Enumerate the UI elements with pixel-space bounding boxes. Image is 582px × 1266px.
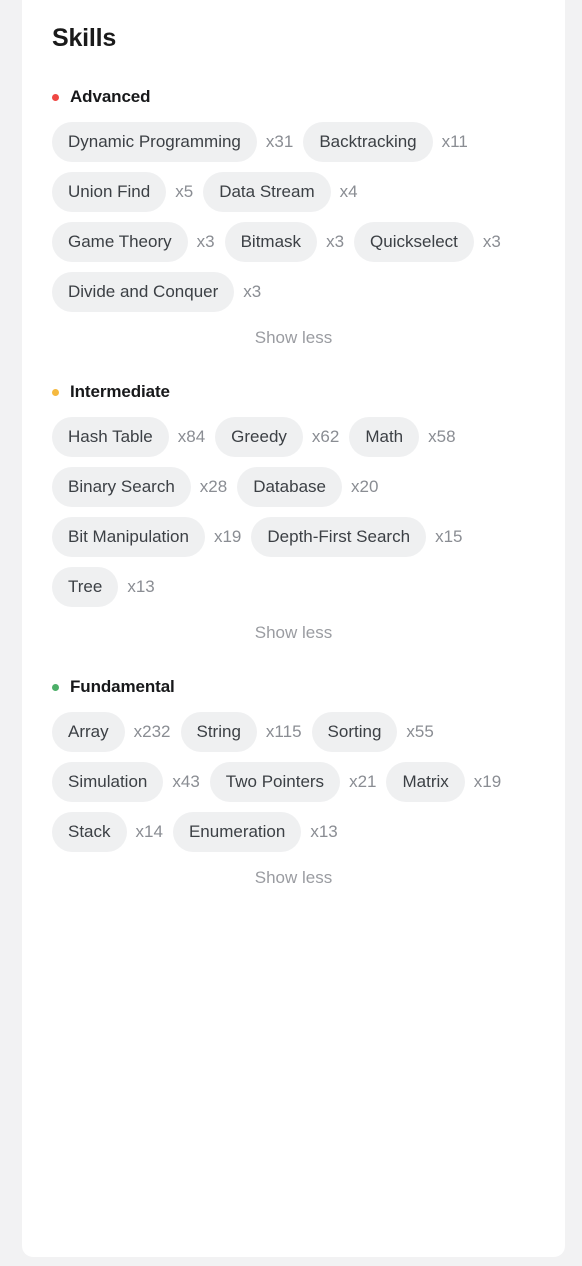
skill-tag-count: x19 [473, 772, 502, 791]
skill-tag-count: x3 [482, 232, 501, 251]
skill-tag-item: Data Stream x4 [203, 172, 358, 212]
skill-section-fundamental: Fundamental Array x232 String x115 Sorti… [52, 675, 535, 889]
skill-tag-count: x43 [172, 772, 200, 791]
skill-tag-count: x13 [310, 822, 338, 841]
skill-tag-count: x19 [213, 527, 242, 546]
skill-tag-item: Quickselect x3 [354, 222, 501, 262]
skill-tag-count: x4 [339, 182, 358, 201]
skill-tag-item: Matrix x19 [386, 762, 501, 802]
skill-section-label: Intermediate [70, 382, 170, 401]
skill-tag-pill[interactable]: Data Stream [203, 172, 331, 212]
skill-tag-count: x5 [175, 182, 194, 201]
skill-tag-item: Backtracking x11 [303, 122, 468, 162]
skill-tag-item: Divide and Conquer x3 [52, 272, 261, 312]
skill-tag-list: Array x232 String x115 Sorting x55 Simul… [52, 712, 535, 862]
skill-tag-pill[interactable]: Tree [52, 567, 119, 607]
skill-tag-pill[interactable]: Game Theory [52, 222, 188, 262]
skill-tag-item: Game Theory x3 [52, 222, 215, 262]
skill-tag-pill[interactable]: Depth-First Search [251, 517, 427, 557]
skill-section-intermediate: Intermediate Hash Table x84 Greedy x62 M… [52, 380, 535, 644]
skill-tag-pill[interactable]: String [180, 712, 257, 752]
skill-tag-item: Dynamic Programming x31 [52, 122, 293, 162]
bullet-dot-icon [52, 388, 59, 396]
bullet-dot-icon [52, 683, 59, 691]
skill-tag-count: x28 [199, 477, 228, 496]
skill-tag-item: Database x20 [237, 467, 378, 507]
skill-tag-item: Union Find x5 [52, 172, 193, 212]
skill-tag-count: x84 [177, 427, 206, 446]
skill-tag-pill[interactable]: Sorting [311, 712, 398, 752]
skill-tag-pill[interactable]: Simulation [52, 762, 164, 802]
skill-tag-item: Simulation x43 [52, 762, 200, 802]
skill-tag-item: String x115 [180, 712, 302, 752]
skill-tag-pill[interactable]: Matrix [386, 762, 465, 802]
skill-tag-pill[interactable]: Enumeration [172, 812, 302, 852]
skill-tag-count: x20 [350, 477, 379, 496]
skill-tag-item: Bit Manipulation x19 [52, 517, 241, 557]
show-less-button[interactable]: Show less [52, 862, 535, 889]
skill-tag-item: Bitmask x3 [224, 222, 345, 262]
skill-tag-item: Tree x13 [52, 567, 155, 607]
skill-tag-count: x14 [135, 822, 163, 841]
skill-tag-item: Array x232 [52, 712, 171, 752]
skill-tag-count: x58 [428, 427, 456, 446]
skill-tag-pill[interactable]: Binary Search [52, 467, 191, 507]
skill-tag-item: Enumeration x13 [172, 812, 338, 852]
skill-tag-pill[interactable]: Two Pointers [209, 762, 341, 802]
skill-tag-count: x11 [441, 132, 468, 151]
skill-section-label: Fundamental [70, 677, 175, 696]
page-title: Skills [52, 24, 117, 52]
skill-tag-pill[interactable]: Stack [52, 812, 127, 852]
page-background: Skills Advanced Dynamic Programming x31 … [0, 0, 582, 1266]
skill-tag-count: x232 [133, 722, 171, 741]
skill-tag-pill[interactable]: Greedy [215, 417, 303, 457]
skill-sections: Advanced Dynamic Programming x31 Backtra… [52, 85, 535, 889]
skill-tag-item: Sorting x55 [311, 712, 434, 752]
show-less-button[interactable]: Show less [52, 617, 535, 644]
show-less-button[interactable]: Show less [52, 322, 535, 349]
skill-section-header: Fundamental [52, 675, 535, 699]
skill-tag-pill[interactable]: Hash Table [52, 417, 169, 457]
skill-tag-pill[interactable]: Quickselect [354, 222, 474, 262]
skill-tag-pill[interactable]: Bit Manipulation [52, 517, 205, 557]
skill-tag-count: x55 [406, 722, 434, 741]
skill-tag-pill[interactable]: Divide and Conquer [52, 272, 235, 312]
skill-tag-count: x3 [326, 232, 345, 251]
skill-tag-item: Binary Search x28 [52, 467, 227, 507]
skill-tag-pill[interactable]: Math [349, 417, 420, 457]
skill-section-header: Advanced [52, 85, 535, 109]
skill-tag-item: Two Pointers x21 [209, 762, 377, 802]
skill-tag-list: Dynamic Programming x31 Backtracking x11… [52, 122, 535, 322]
skill-tag-pill[interactable]: Dynamic Programming [52, 122, 257, 162]
skill-tag-count: x3 [196, 232, 215, 251]
skill-tag-item: Greedy x62 [215, 417, 339, 457]
skill-section-advanced: Advanced Dynamic Programming x31 Backtra… [52, 85, 535, 349]
skill-section-header: Intermediate [52, 380, 535, 404]
skill-tag-pill[interactable]: Database [237, 467, 342, 507]
skills-card: Skills Advanced Dynamic Programming x31 … [22, 0, 565, 1257]
skill-tag-count: x13 [127, 577, 155, 596]
skill-tag-pill[interactable]: Backtracking [303, 122, 433, 162]
skill-tag-count: x115 [265, 722, 302, 741]
skill-tag-pill[interactable]: Bitmask [224, 222, 318, 262]
skill-tag-item: Stack x14 [52, 812, 163, 852]
bullet-dot-icon [52, 93, 59, 101]
skill-tag-count: x15 [435, 527, 463, 546]
skill-tag-pill[interactable]: Union Find [52, 172, 167, 212]
skill-tag-item: Hash Table x84 [52, 417, 205, 457]
skill-tag-count: x21 [349, 772, 377, 791]
skill-section-label: Advanced [70, 87, 151, 106]
skill-tag-list: Hash Table x84 Greedy x62 Math x58 Binar… [52, 417, 535, 617]
skill-tag-item: Depth-First Search x15 [251, 517, 462, 557]
skill-tag-count: x62 [311, 427, 340, 446]
skill-tag-count: x3 [243, 282, 262, 301]
skill-tag-count: x31 [265, 132, 294, 151]
skill-tag-pill[interactable]: Array [52, 712, 125, 752]
skill-tag-item: Math x58 [349, 417, 456, 457]
